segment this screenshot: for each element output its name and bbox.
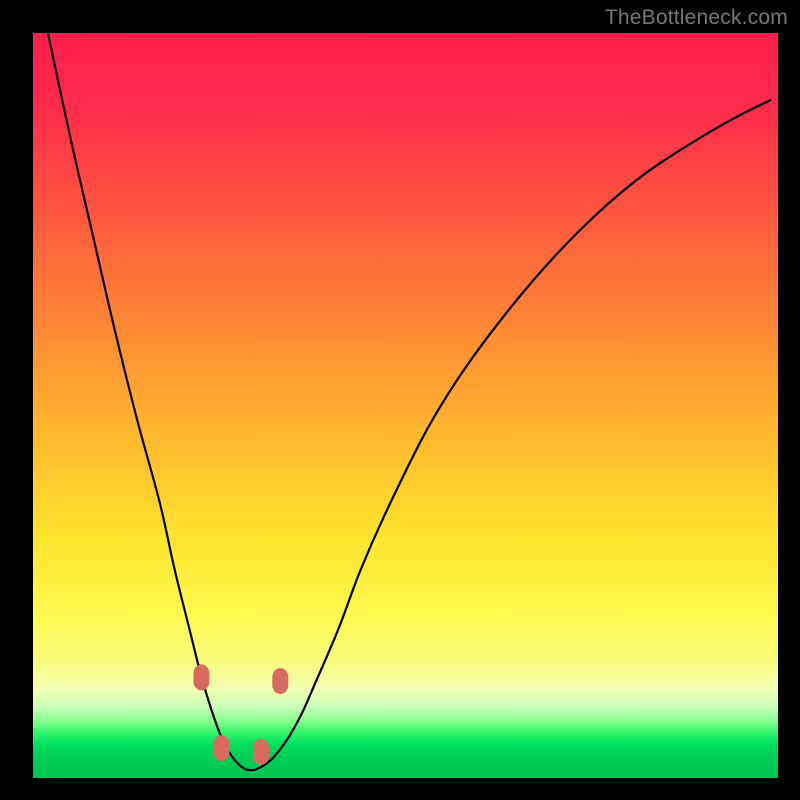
bottleneck-curve (48, 33, 771, 770)
curve-marker (214, 735, 230, 761)
plot-area (33, 33, 778, 778)
curve-marker (193, 664, 209, 690)
curve-layer (33, 33, 778, 778)
watermark-text: TheBottleneck.com (605, 6, 788, 30)
curve-marker (272, 668, 288, 694)
marker-group (193, 664, 288, 765)
curve-marker (253, 739, 269, 765)
